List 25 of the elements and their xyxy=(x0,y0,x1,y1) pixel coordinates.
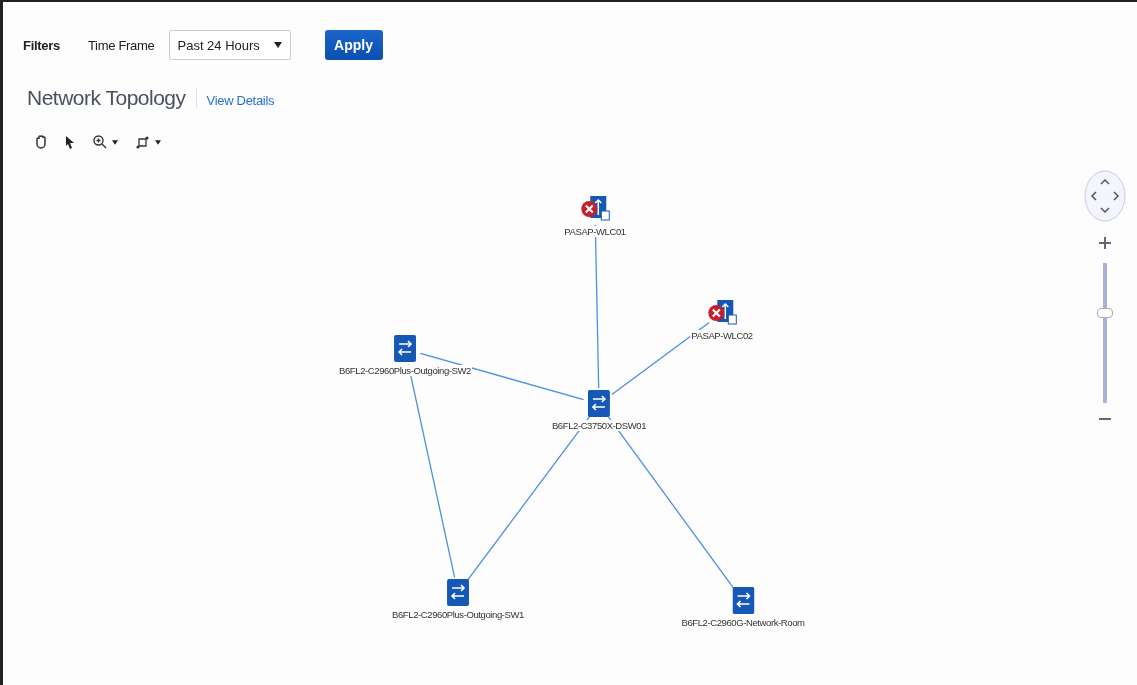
slider-thumb[interactable] xyxy=(1097,308,1113,319)
layout-tool-button[interactable] xyxy=(136,135,161,149)
pan-control-icon[interactable] xyxy=(1083,169,1127,223)
caret-icon xyxy=(112,139,118,145)
device-label: PASAP-WLC01 xyxy=(563,226,627,237)
page-title: Network Topology xyxy=(27,86,186,110)
caret-icon xyxy=(273,42,282,48)
zoom-in-button[interactable] xyxy=(1099,237,1111,249)
caret-icon xyxy=(155,139,161,145)
select-tool-button[interactable] xyxy=(65,135,75,149)
device-label: B6FL2-C2960Plus-Outgoing-SW1 xyxy=(391,609,525,620)
device-label: B6FL2-C3750X-DSW01 xyxy=(550,420,648,431)
zoom-tool-button[interactable] xyxy=(93,135,118,149)
view-details-link[interactable]: View Details xyxy=(206,92,275,108)
device-label: PASAP-WLC02 xyxy=(690,330,754,341)
device-label: B6FL2-C2960G-Network-Room xyxy=(680,617,806,628)
filters-label: Filters xyxy=(23,37,60,53)
zoom-out-button[interactable] xyxy=(1099,417,1111,421)
time-frame-dropdown[interactable]: Past 24 Hours xyxy=(168,30,291,60)
pointer-icon xyxy=(65,135,75,149)
layout-icon xyxy=(136,135,150,149)
time-frame-label: Time Frame xyxy=(87,37,155,53)
zoom-in-icon xyxy=(93,135,107,149)
device-label: B6FL2-C2960Plus-Outgoing-SW2 xyxy=(338,365,472,376)
apply-button[interactable]: Apply xyxy=(324,30,383,60)
